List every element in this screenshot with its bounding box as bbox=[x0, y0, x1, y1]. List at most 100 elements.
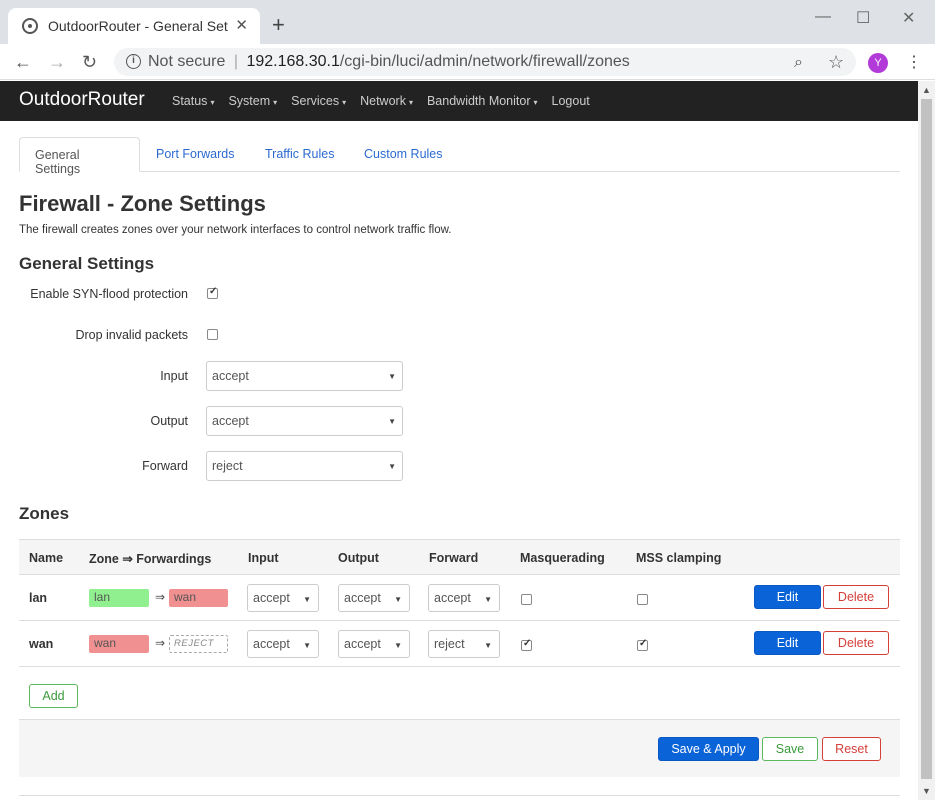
output-policy-select[interactable]: accept ▼ bbox=[206, 406, 403, 436]
syn-flood-label: Enable SYN-flood protection bbox=[30, 287, 188, 301]
zone-forward-value: accept bbox=[434, 591, 471, 605]
output-policy-label: Output bbox=[150, 414, 188, 428]
url-host: 192.168.30.1 bbox=[246, 53, 340, 70]
zone-input-select[interactable]: accept ▼ bbox=[247, 584, 319, 612]
tab-close-icon[interactable]: ✕ bbox=[235, 16, 248, 34]
reload-icon[interactable]: ↻ bbox=[82, 52, 97, 73]
menu-network[interactable]: Network ▾ bbox=[360, 94, 413, 108]
zone-input-value: accept bbox=[253, 591, 290, 605]
address-toolbar: ← → ↻ i Not secure | 192.168.30.1/cgi-bi… bbox=[0, 44, 935, 80]
zone-input-select[interactable]: accept ▼ bbox=[247, 630, 319, 658]
masquerading-checkbox[interactable] bbox=[521, 594, 532, 605]
forward-arrow-icon: ⇒ bbox=[155, 636, 166, 650]
reject-badge: REJECT bbox=[169, 635, 228, 653]
menu-services[interactable]: Services ▾ bbox=[291, 94, 346, 108]
dropdown-arrow-icon: ▼ bbox=[388, 462, 396, 471]
mss-clamping-checkbox[interactable] bbox=[637, 594, 648, 605]
drop-invalid-checkbox[interactable] bbox=[207, 329, 218, 340]
zones-table-header: Name Zone ⇒ Forwardings Input Output For… bbox=[19, 539, 900, 575]
zones-table: Name Zone ⇒ Forwardings Input Output For… bbox=[19, 539, 900, 667]
profile-avatar[interactable]: Y bbox=[868, 53, 888, 73]
forward-policy-select[interactable]: reject ▼ bbox=[206, 451, 403, 481]
output-policy-value: accept bbox=[212, 414, 249, 428]
site-info-icon[interactable]: i bbox=[126, 54, 141, 69]
col-forward: Forward bbox=[429, 551, 479, 565]
tab-traffic-rules[interactable]: Traffic Rules bbox=[250, 137, 349, 172]
page-title: Firewall - Zone Settings bbox=[19, 191, 266, 216]
bookmark-star-icon[interactable]: ☆ bbox=[828, 52, 844, 73]
url-bar[interactable]: i Not secure | 192.168.30.1/cgi-bin/luci… bbox=[114, 48, 856, 76]
edit-button[interactable]: Edit bbox=[754, 631, 821, 655]
tab-custom-rules[interactable]: Custom Rules bbox=[349, 137, 458, 172]
zone-output-select[interactable]: accept ▼ bbox=[338, 630, 410, 658]
scrollbar-thumb[interactable] bbox=[921, 99, 932, 779]
general-settings-heading: General Settings bbox=[19, 254, 155, 273]
zones-heading: Zones bbox=[19, 504, 70, 523]
col-zone-forwardings: Zone ⇒ Forwardings bbox=[89, 552, 212, 566]
caret-down-icon: ▾ bbox=[408, 98, 413, 107]
zone-badge: wan bbox=[89, 635, 149, 653]
caret-down-icon: ▾ bbox=[533, 98, 538, 107]
input-policy-label: Input bbox=[160, 369, 188, 383]
zone-forward-select[interactable]: reject ▼ bbox=[428, 630, 500, 658]
col-masquerading: Masquerading bbox=[520, 551, 605, 565]
delete-button[interactable]: Delete bbox=[823, 631, 889, 655]
tab-port-forwards[interactable]: Port Forwards bbox=[141, 137, 250, 172]
url-text[interactable]: Not secure | 192.168.30.1/cgi-bin/luci/a… bbox=[148, 53, 630, 71]
menu-logout[interactable]: Logout bbox=[552, 94, 590, 108]
reset-button[interactable]: Reset bbox=[822, 737, 881, 761]
browser-menu-icon[interactable]: ⋮ bbox=[906, 52, 922, 72]
divider bbox=[19, 795, 900, 796]
col-mss-clamping: MSS clamping bbox=[636, 551, 722, 565]
main-menu: Status ▾ System ▾ Services ▾ Network ▾ Bandw… bbox=[172, 94, 590, 108]
page-scrollbar[interactable]: ▲ ▼ bbox=[918, 81, 935, 800]
caret-down-icon: ▾ bbox=[273, 98, 278, 107]
dropdown-arrow-icon: ▼ bbox=[388, 372, 396, 381]
scroll-down-icon[interactable]: ▼ bbox=[922, 786, 931, 796]
back-icon[interactable]: ← bbox=[14, 52, 32, 73]
dropdown-arrow-icon: ▼ bbox=[394, 641, 402, 650]
menu-status[interactable]: Status ▾ bbox=[172, 94, 214, 108]
form-actions-bar: Save & Apply Save Reset bbox=[19, 719, 900, 777]
save-apply-button[interactable]: Save & Apply bbox=[658, 737, 759, 761]
window-close-icon[interactable]: ✕ bbox=[902, 8, 915, 28]
page-description: The firewall creates zones over your net… bbox=[19, 224, 452, 236]
router-favicon-icon bbox=[22, 18, 38, 34]
zone-forward-select[interactable]: accept ▼ bbox=[428, 584, 500, 612]
edit-button[interactable]: Edit bbox=[754, 585, 821, 609]
router-navbar: OutdoorRouter Status ▾ System ▾ Services ▾ … bbox=[0, 81, 918, 121]
zone-output-select[interactable]: accept ▼ bbox=[338, 584, 410, 612]
zoom-icon[interactable]: ⌕ bbox=[794, 54, 803, 72]
save-button[interactable]: Save bbox=[762, 737, 818, 761]
syn-flood-checkbox[interactable] bbox=[207, 286, 218, 299]
maximize-icon[interactable]: ☐ bbox=[856, 8, 870, 28]
forward-policy-value: reject bbox=[212, 459, 243, 473]
col-input: Input bbox=[248, 551, 279, 565]
input-policy-select[interactable]: accept ▼ bbox=[206, 361, 403, 391]
browser-tab-title: OutdoorRouter - General Setti bbox=[48, 18, 228, 34]
dropdown-arrow-icon: ▼ bbox=[484, 641, 492, 650]
zone-input-value: accept bbox=[253, 637, 290, 651]
url-path: /cgi-bin/luci/admin/network/firewall/zon… bbox=[339, 53, 630, 70]
table-row: wan wan ⇒ REJECT accept ▼ accept ▼ rejec… bbox=[19, 621, 900, 667]
new-tab-button[interactable]: + bbox=[272, 14, 285, 36]
mss-clamping-checkbox[interactable] bbox=[637, 638, 648, 651]
menu-system[interactable]: System ▾ bbox=[228, 94, 277, 108]
forward-policy-label: Forward bbox=[142, 459, 188, 473]
caret-down-icon: ▾ bbox=[210, 98, 215, 107]
zone-name: lan bbox=[29, 591, 48, 605]
menu-bandwidth-monitor[interactable]: Bandwidth Monitor ▾ bbox=[427, 94, 538, 108]
dropdown-arrow-icon: ▼ bbox=[484, 595, 492, 604]
input-policy-value: accept bbox=[212, 369, 249, 383]
masquerading-checkbox[interactable] bbox=[521, 638, 532, 651]
scroll-up-icon[interactable]: ▲ bbox=[922, 85, 931, 95]
delete-button[interactable]: Delete bbox=[823, 585, 889, 609]
forward-icon[interactable]: → bbox=[48, 52, 66, 73]
brand-logo[interactable]: OutdoorRouter bbox=[19, 89, 145, 111]
add-zone-button[interactable]: Add bbox=[29, 684, 78, 708]
browser-tab[interactable]: OutdoorRouter - General Setti ✕ bbox=[8, 8, 260, 44]
dropdown-arrow-icon: ▼ bbox=[303, 595, 311, 604]
tab-general-settings[interactable]: General Settings bbox=[19, 137, 140, 176]
minimize-icon[interactable]: — bbox=[815, 8, 831, 26]
zone-output-value: accept bbox=[344, 637, 381, 651]
